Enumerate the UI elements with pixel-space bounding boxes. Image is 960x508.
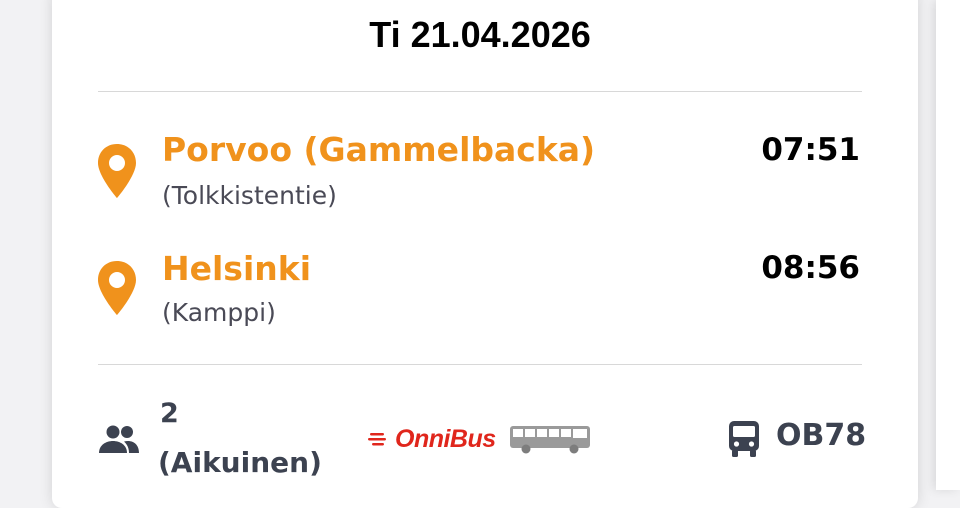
operator-name: OnniBus	[395, 424, 496, 453]
people-icon	[98, 424, 140, 454]
route-code: OB78	[776, 418, 867, 453]
departure-stop-name: Porvoo (Gammelbacka)	[162, 130, 596, 169]
passenger-count: 2	[160, 398, 179, 429]
bus-icon	[727, 420, 761, 458]
arrival-stop-name: Helsinki	[162, 249, 312, 288]
background-panel-edge	[936, 0, 960, 490]
location-pin-icon	[96, 142, 138, 200]
location-pin-icon	[96, 259, 138, 317]
coach-icon	[508, 423, 594, 455]
divider	[98, 91, 862, 92]
speed-lines-icon	[368, 429, 394, 449]
divider	[98, 364, 862, 365]
arrival-time: 08:56	[761, 250, 860, 286]
arrival-stop-detail: (Kamppi)	[162, 298, 276, 327]
passenger-type: (Aikuinen)	[158, 446, 322, 479]
trip-date: Ti 21.04.2026	[369, 14, 591, 55]
departure-time: 07:51	[761, 132, 860, 168]
onnibus-logo: OnniBus	[368, 423, 594, 455]
departure-stop-detail: (Tolkkistentie)	[162, 181, 337, 210]
